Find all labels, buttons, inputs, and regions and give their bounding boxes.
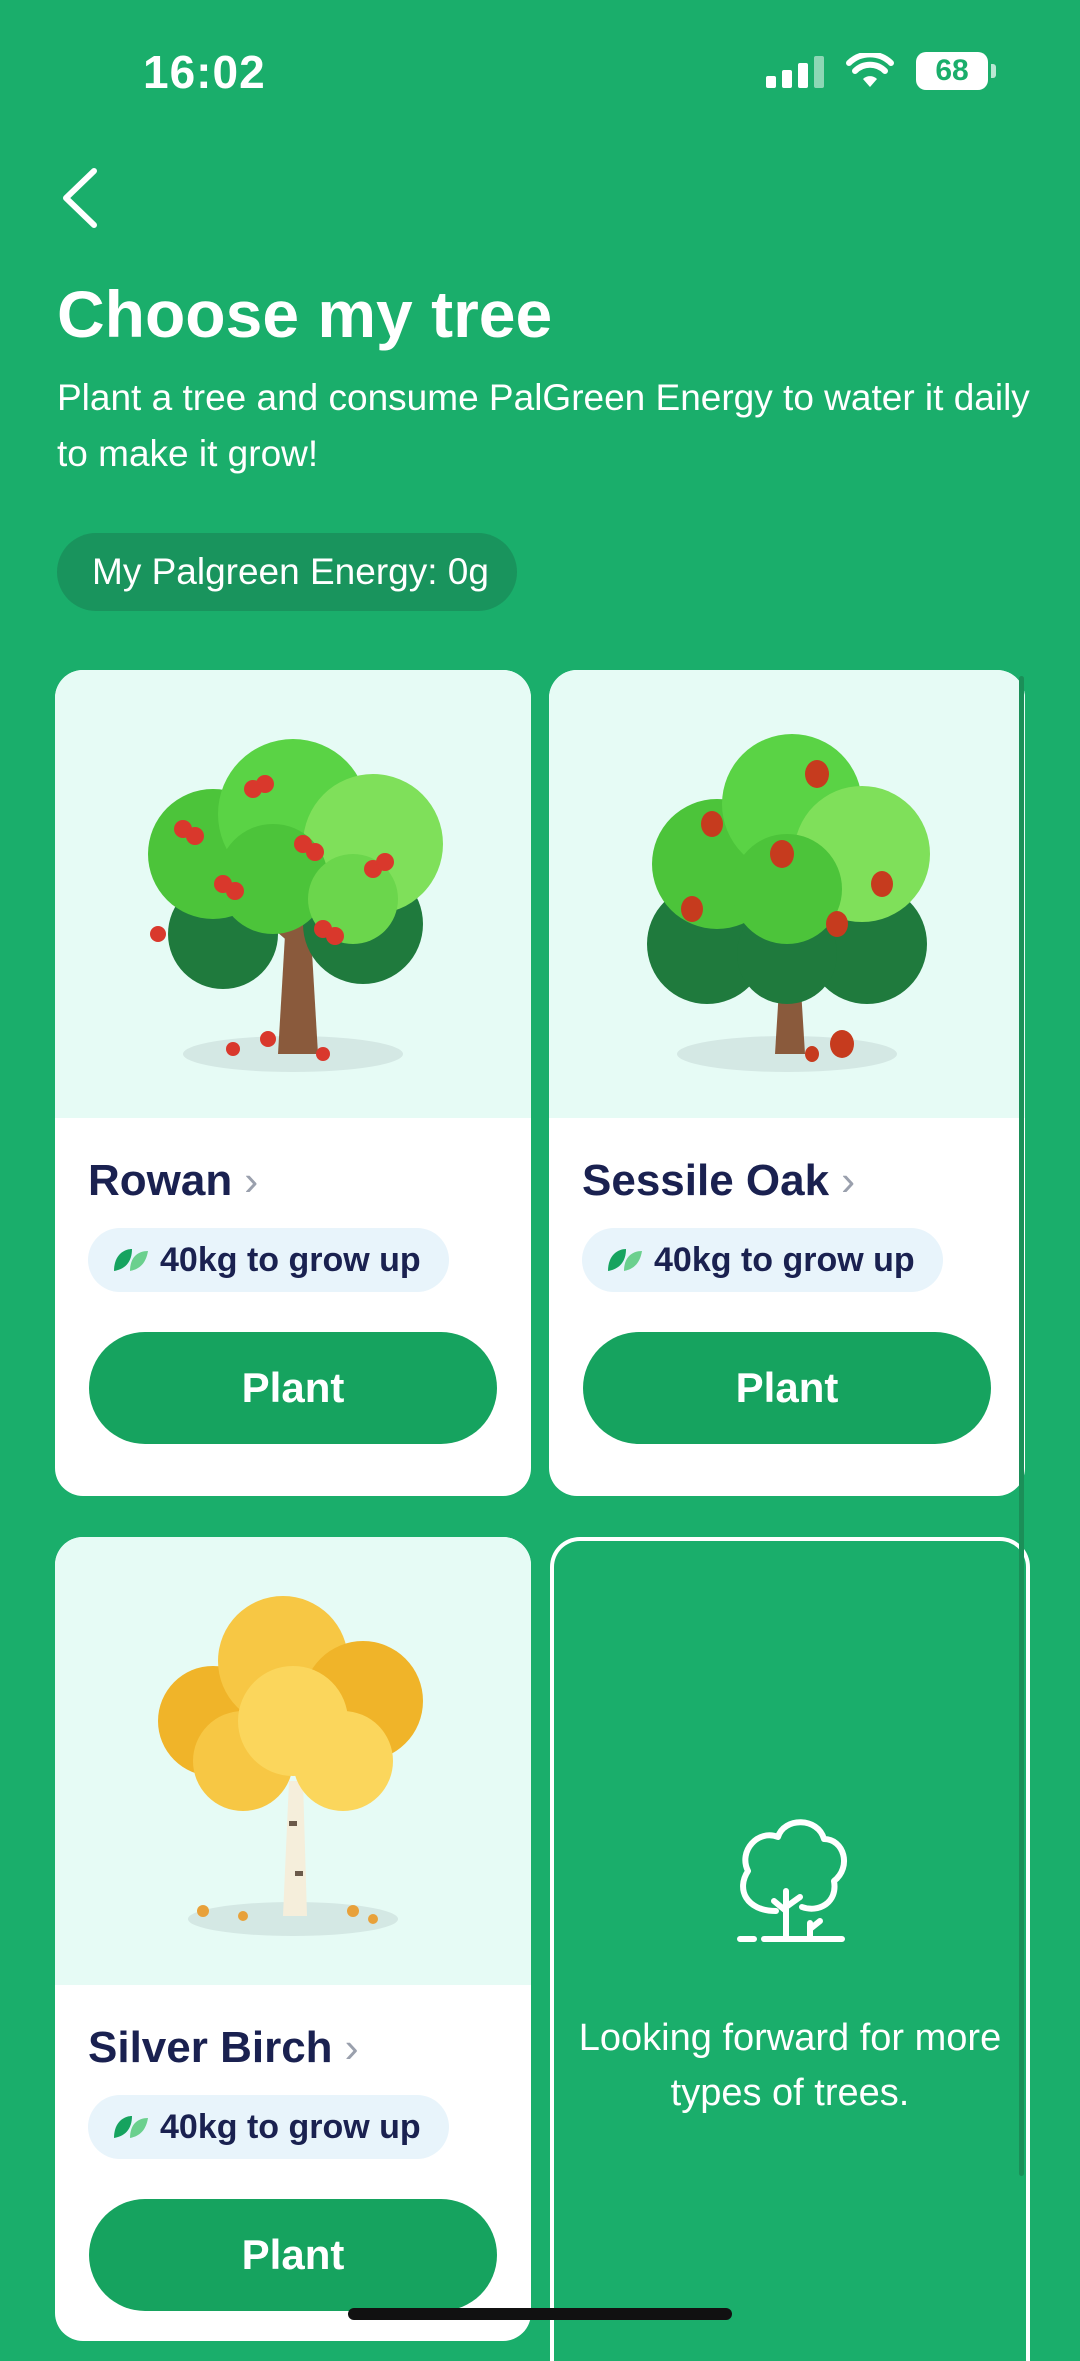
sessile-oak-illustration — [647, 734, 930, 1072]
tree-card-sessile-oak: Sessile Oak › 40kg to grow up Plant — [549, 670, 1025, 1496]
energy-balance-text: My Palgreen Energy: 0g — [92, 551, 489, 592]
tree-image-rowan — [55, 670, 531, 1118]
energy-balance-pill: My Palgreen Energy: 0g — [57, 533, 517, 611]
grow-requirement-badge: 40kg to grow up — [88, 1228, 449, 1292]
tree-name: Rowan — [88, 1156, 233, 1205]
silver-birch-illustration — [158, 1596, 423, 1936]
status-time: 16:02 — [143, 46, 266, 98]
leaf-icon — [114, 2116, 148, 2138]
chevron-right-icon: › — [244, 1157, 259, 1204]
tree-name-row[interactable]: Silver Birch › — [88, 2023, 531, 2073]
back-chevron-icon[interactable] — [56, 165, 106, 231]
tree-name: Sessile Oak — [582, 1156, 830, 1205]
tree-name: Silver Birch — [88, 2023, 333, 2072]
tree-image-silver-birch — [55, 1537, 531, 1985]
page-subtitle: Plant a tree and consume PalGreen Energy… — [57, 377, 1030, 474]
grow-requirement-text: 40kg to grow up — [160, 2107, 421, 2146]
grow-requirement-text: 40kg to grow up — [654, 1240, 915, 1279]
chevron-right-icon: › — [841, 1157, 856, 1204]
tree-name-row[interactable]: Sessile Oak › — [582, 1156, 1025, 1206]
signal-icon — [766, 54, 824, 88]
grow-requirement-text: 40kg to grow up — [160, 1240, 421, 1279]
coming-soon-message: Looking forward for more types of trees. — [578, 2017, 1002, 2114]
grow-requirement-badge: 40kg to grow up — [88, 2095, 449, 2159]
wifi-icon — [846, 53, 894, 87]
chevron-right-icon: › — [344, 2024, 359, 2071]
battery-icon: 68 — [916, 52, 996, 90]
battery-level: 68 — [935, 54, 969, 87]
leaf-icon — [608, 1249, 642, 1271]
status-icons: 68 — [766, 52, 996, 90]
tree-outline-icon — [737, 1819, 847, 1942]
tree-card-rowan: Rowan › 40kg to grow up Plant — [55, 670, 531, 1496]
plant-button-rowan[interactable]: Plant — [89, 1332, 497, 1444]
coming-soon-card: Looking forward for more types of trees. — [550, 1537, 1030, 2361]
tree-name-row[interactable]: Rowan › — [88, 1156, 531, 1206]
plant-button-sessile-oak[interactable]: Plant — [583, 1332, 991, 1444]
rowan-illustration — [148, 739, 443, 1072]
page-title: Choose my tree — [57, 277, 553, 351]
tree-card-silver-birch: Silver Birch › 40kg to grow up Plant — [55, 1537, 531, 2341]
leaf-icon — [114, 1249, 148, 1271]
grow-requirement-badge: 40kg to grow up — [582, 1228, 943, 1292]
tree-image-sessile-oak — [549, 670, 1025, 1118]
scrollbar[interactable] — [1019, 676, 1024, 2176]
plant-button-silver-birch[interactable]: Plant — [89, 2199, 497, 2311]
home-indicator[interactable] — [348, 2308, 732, 2320]
